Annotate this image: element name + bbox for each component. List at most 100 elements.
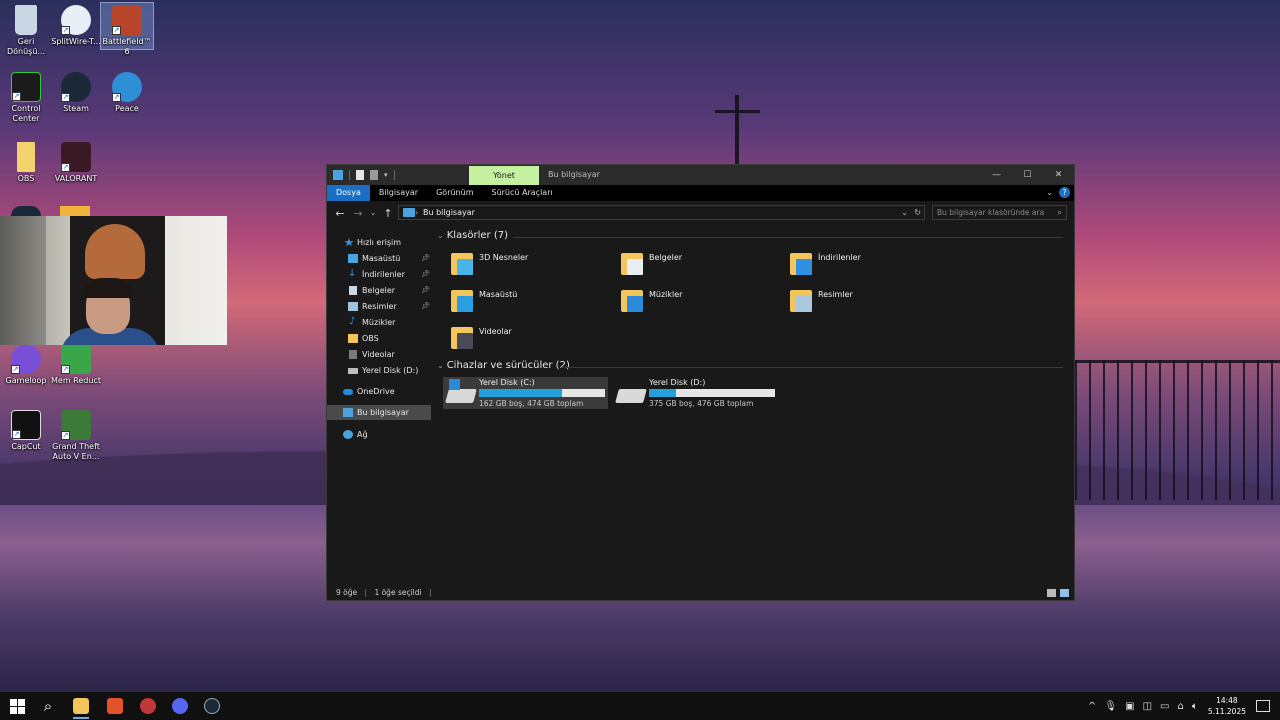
tray-app-icon[interactable]: ◫ <box>1143 701 1152 712</box>
tray-app-icon[interactable]: ▭ <box>1160 701 1169 712</box>
expand-ribbon-icon[interactable]: ⌄ <box>1046 188 1053 197</box>
details-view-icon[interactable] <box>1047 589 1056 597</box>
webcam-background <box>0 216 46 345</box>
nav-item-onedrive[interactable]: OneDrive <box>327 384 431 399</box>
collapse-chevron-icon[interactable]: ⌄ <box>437 361 444 370</box>
folder-music[interactable]: Müzikler <box>619 287 789 323</box>
nav-item-quick-access[interactable]: Hızlı erişim <box>327 235 431 250</box>
folders-group-header[interactable]: ⌄ Klasörler (7) <box>437 230 508 241</box>
nav-item-desktop[interactable]: Masaüstü 📌︎ <box>327 251 431 266</box>
desktop-icon-gameloop[interactable]: ↗ Gameloop <box>0 344 52 386</box>
taskbar-brave[interactable] <box>98 692 132 720</box>
nav-item-local-disk-d[interactable]: Yerel Disk (D:) <box>327 363 431 378</box>
back-button[interactable]: ← <box>331 207 349 220</box>
up-button[interactable]: ↑ <box>379 207 397 220</box>
address-bar-row: ← → ⌄ ↑ › Bu bilgisayar ⌄ ↻ Bu bilgisaya… <box>327 201 1074 225</box>
nav-item-documents[interactable]: Belgeler 📌︎ <box>327 283 431 298</box>
address-dropdown-icon[interactable]: ⌄ <box>901 206 908 219</box>
drive-d[interactable]: Yerel Disk (D:) 375 GB boş, 476 GB topla… <box>613 377 778 409</box>
properties-icon[interactable] <box>356 170 364 180</box>
desktop-icon-gta[interactable]: ↗ Grand Theft Auto V En... <box>50 410 102 462</box>
webcam-poster-art <box>85 224 145 279</box>
start-button[interactable] <box>0 692 34 720</box>
search-icon: ⌕ <box>43 697 53 715</box>
tab-view[interactable]: Görünüm <box>427 185 482 201</box>
collapse-chevron-icon[interactable]: ⌄ <box>437 231 444 240</box>
customize-toolbar-icon[interactable]: ▾ <box>384 171 388 179</box>
nav-item-videos[interactable]: Videolar <box>327 347 431 362</box>
volume-icon[interactable]: 🔈︎ <box>1192 701 1198 712</box>
download-icon: ↓ <box>348 268 357 279</box>
desktop-icon-valorant[interactable]: ↗ VALORANT <box>50 142 102 184</box>
new-folder-icon[interactable] <box>370 170 378 180</box>
battlefield-icon: ↗ <box>112 5 142 35</box>
taskbar-discord[interactable] <box>163 692 197 720</box>
desktop-icon-obs[interactable]: OBS <box>0 142 52 184</box>
tray-app-icon[interactable]: ▣ <box>1125 701 1134 712</box>
window-title: Bu bilgisayar <box>548 170 600 179</box>
address-input[interactable]: › Bu bilgisayar ⌄ ↻ <box>398 205 925 220</box>
desktop-icon-splitwire[interactable]: ↗ SplitWire-T... <box>50 5 102 47</box>
taskbar-search-button[interactable]: ⌕ <box>31 692 65 720</box>
desktop-icon-capcut[interactable]: ↗ CapCut <box>0 410 52 452</box>
folder-desktop[interactable]: Masaüstü <box>449 287 619 323</box>
folder-pictures[interactable]: Resimler <box>788 287 958 323</box>
nav-item-network[interactable]: Ağ <box>327 427 431 442</box>
breadcrumb[interactable]: Bu bilgisayar <box>423 208 475 217</box>
recent-locations-icon[interactable]: ⌄ <box>367 209 379 217</box>
title-bar[interactable]: ▾ Yönet Bu bilgisayar — ☐ ✕ <box>327 165 1074 185</box>
close-button[interactable]: ✕ <box>1043 165 1074 185</box>
drive-usage-bar <box>649 389 775 397</box>
desktop-icon-mem-reduct[interactable]: ↗ Mem Reduct <box>50 344 102 386</box>
nav-item-downloads[interactable]: ↓ İndirilenler 📌︎ <box>327 267 431 282</box>
help-icon[interactable]: ? <box>1059 187 1070 198</box>
desktop-icon-steam[interactable]: ↗ Steam <box>50 72 102 114</box>
folder-documents[interactable]: Belgeler <box>619 250 789 286</box>
taskbar-app[interactable] <box>131 692 165 720</box>
gta-icon: ↗ <box>61 410 91 440</box>
tab-file[interactable]: Dosya <box>327 185 370 201</box>
group-divider <box>513 237 1063 238</box>
refresh-icon[interactable]: ↻ <box>914 206 921 219</box>
toolbar-separator <box>393 170 395 180</box>
tab-computer[interactable]: Bilgisayar <box>370 185 427 201</box>
nav-item-music[interactable]: ♪ Müzikler <box>327 315 431 330</box>
notification-center-icon[interactable] <box>1256 700 1270 712</box>
valorant-icon: ↗ <box>61 142 91 172</box>
large-icons-view-icon[interactable] <box>1060 589 1069 597</box>
tab-manage[interactable]: Yönet <box>469 166 539 185</box>
nav-item-obs[interactable]: OBS <box>327 331 431 346</box>
desktop-folder-icon <box>348 254 358 263</box>
drive-c[interactable]: Yerel Disk (C:) 162 GB boş, 474 GB topla… <box>443 377 608 409</box>
folder-videos[interactable]: Videolar <box>449 324 619 360</box>
desktop-icon-recycle-bin[interactable]: Geri Dönüşü... <box>0 5 52 57</box>
status-bar: 9 öğe | 1 öğe seçildi | <box>327 586 1074 600</box>
folder-3d-objects[interactable]: 3D Nesneler <box>449 250 619 286</box>
group-divider <box>561 367 1063 368</box>
desktop-icon-battlefield[interactable]: ↗ Battlefield™ 6 <box>100 2 154 56</box>
forward-button[interactable]: → <box>349 207 367 220</box>
maximize-button[interactable]: ☐ <box>1012 165 1043 185</box>
minimize-button[interactable]: — <box>981 165 1012 185</box>
tab-drive-tools[interactable]: Sürücü Araçları <box>482 185 561 201</box>
clock-date: 5.11.2025 <box>1207 707 1246 716</box>
clock[interactable]: 14:48 5.11.2025 <box>1208 695 1246 717</box>
capcut-icon: ↗ <box>11 410 41 440</box>
navigation-pane[interactable]: Hızlı erişim Masaüstü 📌︎ ↓ İndirilenler … <box>327 226 431 587</box>
breadcrumb-chevron-icon[interactable]: › <box>415 206 418 219</box>
file-explorer-window[interactable]: ▾ Yönet Bu bilgisayar — ☐ ✕ Dosya Bilgis… <box>326 164 1075 601</box>
show-hidden-icons-icon[interactable]: ^ <box>1088 701 1096 712</box>
network-icon <box>343 430 353 439</box>
taskbar-file-explorer[interactable] <box>64 692 98 720</box>
search-input[interactable]: Bu bilgisayar klasöründe ara ⌕ <box>932 205 1067 220</box>
folder-downloads[interactable]: İndirilenler <box>788 250 958 286</box>
network-icon[interactable]: ⌂ <box>1177 701 1183 712</box>
desktop-icon-peace[interactable]: ↗ Peace <box>101 72 153 114</box>
content-pane[interactable]: ⌄ Klasörler (7) 3D Nesneler Belgeler İndi… <box>431 226 1074 587</box>
microphone-icon[interactable]: 🎙︎ <box>1104 701 1117 712</box>
nav-item-pictures[interactable]: Resimler 📌︎ <box>327 299 431 314</box>
drives-group-header[interactable]: ⌄ Cihazlar ve sürücüler (2) <box>437 360 570 371</box>
desktop-icon-control-center[interactable]: ↗ Control Center <box>0 72 52 124</box>
taskbar-steam[interactable] <box>195 692 229 720</box>
nav-item-this-pc[interactable]: Bu bilgisayar <box>327 405 431 420</box>
